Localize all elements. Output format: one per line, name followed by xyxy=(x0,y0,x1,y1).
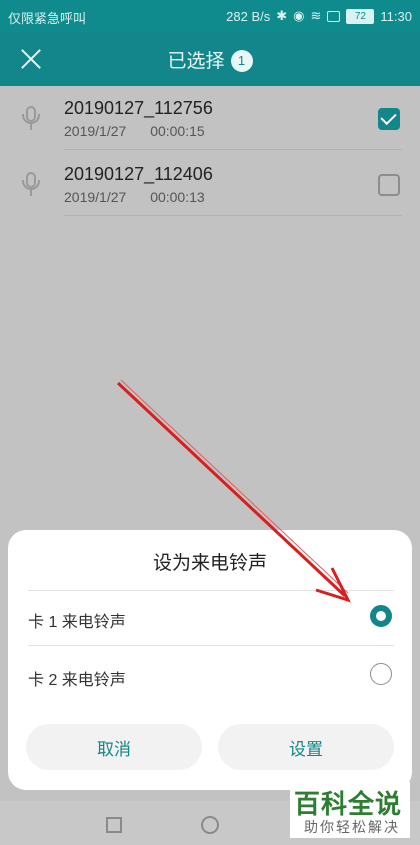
app-bar: 已选择 1 xyxy=(0,32,420,86)
recording-duration: 00:00:15 xyxy=(150,123,205,139)
option-label: 卡 2 来电铃声 xyxy=(28,672,126,689)
recording-date: 2019/1/27 xyxy=(64,123,127,139)
divider xyxy=(28,590,394,591)
list-item[interactable]: 20190127_112406 2019/1/27 00:00:13 xyxy=(0,152,420,216)
cancel-button[interactable]: 取消 xyxy=(26,724,202,770)
recording-meta: 2019/1/27 00:00:13 xyxy=(64,189,205,205)
signal-icon xyxy=(327,10,341,22)
selection-title: 已选择 xyxy=(167,51,225,72)
watermark-logo: 百科全说 助你轻松解决 xyxy=(290,782,410,838)
status-icons: 282 B/s ✱ ◉ ≋ 72 11:30 xyxy=(226,8,412,24)
watermark-subtitle: 助你轻松解决 xyxy=(304,819,400,835)
microphone-icon xyxy=(22,172,40,198)
recording-name: 20190127_112406 xyxy=(64,164,213,184)
carrier-text: 仅限紧急呼叫 xyxy=(8,11,87,26)
battery-icon: 72 xyxy=(346,8,375,24)
eye-icon: ◉ xyxy=(293,8,305,23)
list-item[interactable]: 20190127_112756 2019/1/27 00:00:15 xyxy=(0,86,420,150)
checkbox-unchecked[interactable] xyxy=(378,174,400,196)
divider xyxy=(64,215,402,216)
divider xyxy=(28,645,394,646)
dialog-title: 设为来电铃声 xyxy=(152,553,267,574)
recording-date: 2019/1/27 xyxy=(64,189,127,205)
home-icon[interactable] xyxy=(201,816,219,834)
bluetooth-icon: ✱ xyxy=(276,8,288,23)
divider xyxy=(64,149,402,150)
microphone-icon xyxy=(22,106,40,132)
recent-apps-icon[interactable] xyxy=(106,817,122,833)
status-bar: 仅限紧急呼叫 282 B/s ✱ ◉ ≋ 72 11:30 xyxy=(0,0,420,32)
recording-name: 20190127_112756 xyxy=(64,98,213,118)
recording-meta: 2019/1/27 00:00:15 xyxy=(64,123,205,139)
page-title: 已选择 1 xyxy=(0,46,420,73)
recording-duration: 00:00:13 xyxy=(150,189,205,205)
network-speed: 282 B/s xyxy=(226,8,271,24)
clock: 11:30 xyxy=(380,8,412,24)
option-label: 卡 1 来电铃声 xyxy=(28,614,126,631)
watermark-title: 百科全说 xyxy=(294,789,403,819)
option-sim2-ringtone[interactable]: 卡 2 来电铃声 xyxy=(28,648,394,704)
set-button[interactable]: 设置 xyxy=(218,724,394,770)
option-sim1-ringtone[interactable]: 卡 1 来电铃声 xyxy=(28,590,394,646)
radio-selected[interactable] xyxy=(370,605,392,627)
checkbox-checked[interactable] xyxy=(378,108,400,130)
radio-unselected[interactable] xyxy=(370,663,392,685)
wifi-icon: ≋ xyxy=(310,8,322,23)
ringtone-dialog: 设为来电铃声 卡 1 来电铃声 卡 2 来电铃声 取消 设置 xyxy=(8,530,412,790)
selected-count-badge: 1 xyxy=(230,49,253,72)
